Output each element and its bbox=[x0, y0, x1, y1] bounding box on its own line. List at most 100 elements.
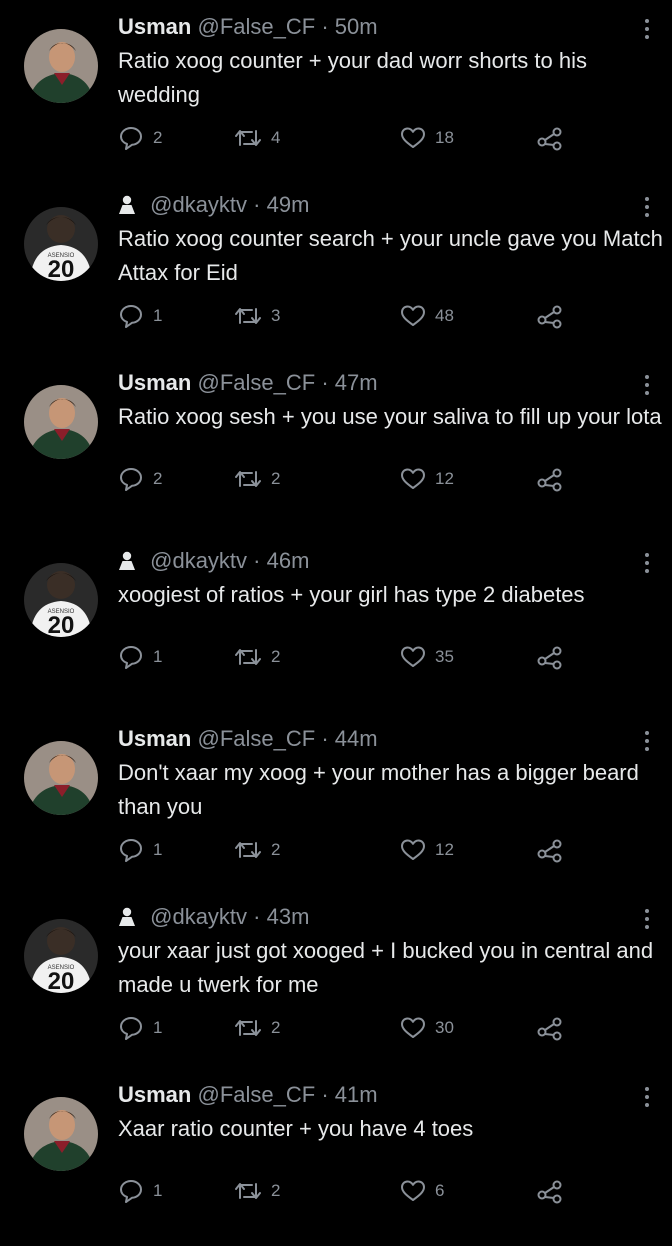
timestamp[interactable]: 41m bbox=[335, 1082, 378, 1107]
display-name[interactable]: Usman bbox=[118, 726, 191, 751]
user-handle[interactable]: @False_CF bbox=[197, 1082, 315, 1107]
user-handle[interactable]: @dkayktv bbox=[150, 192, 247, 217]
reply-count: 1 bbox=[153, 647, 163, 666]
user-handle[interactable]: @False_CF bbox=[197, 726, 315, 751]
retweet-button[interactable]: 2 bbox=[234, 464, 280, 494]
avatar[interactable]: 20 ASENSIO bbox=[24, 919, 98, 993]
display-name[interactable]: Usman bbox=[118, 14, 191, 39]
avatar[interactable]: 20 ASENSIO bbox=[24, 563, 98, 637]
retweet-count: 2 bbox=[271, 469, 281, 488]
display-name[interactable]: Usman bbox=[118, 1082, 191, 1107]
tweet-text: Ratio xoog counter + your dad worr short… bbox=[118, 48, 587, 107]
user-handle[interactable]: @dkayktv bbox=[150, 904, 247, 929]
reply-button[interactable]: 1 bbox=[118, 301, 162, 331]
share-icon bbox=[537, 127, 562, 151]
retweet-button[interactable]: 4 bbox=[234, 123, 280, 153]
avatar-image: 20ASENSIO bbox=[24, 207, 98, 281]
user-handle[interactable]: @False_CF bbox=[197, 14, 315, 39]
like-button[interactable]: 35 bbox=[400, 642, 454, 672]
share-icon bbox=[537, 468, 562, 492]
avatar-image bbox=[24, 1097, 98, 1171]
timestamp[interactable]: 46m bbox=[267, 548, 310, 573]
reply-count: 1 bbox=[153, 306, 163, 325]
like-button[interactable]: 12 bbox=[400, 464, 454, 494]
reply-button[interactable]: 1 bbox=[118, 642, 162, 672]
reply-icon bbox=[120, 1017, 142, 1040]
tweet-header: @dkayktv · 43m bbox=[118, 900, 309, 934]
share-button[interactable] bbox=[536, 301, 564, 331]
separator-dot: · bbox=[321, 726, 329, 751]
more-vertical-icon[interactable] bbox=[641, 196, 653, 218]
avatar[interactable] bbox=[24, 1097, 98, 1171]
user-handle[interactable]: @dkayktv bbox=[150, 548, 247, 573]
retweet-count: 3 bbox=[271, 306, 281, 325]
share-icon bbox=[537, 839, 562, 863]
person-icon bbox=[118, 903, 136, 937]
share-button[interactable] bbox=[536, 464, 564, 494]
tweet[interactable]: Usman @False_CF · 47m Ratio xoog sesh + … bbox=[0, 356, 672, 534]
action-bar: 1 2 35 bbox=[118, 642, 578, 672]
share-button[interactable] bbox=[536, 642, 564, 672]
like-count: 30 bbox=[435, 1018, 454, 1037]
more-vertical-icon[interactable] bbox=[641, 730, 653, 752]
like-button[interactable]: 12 bbox=[400, 835, 454, 865]
like-button[interactable]: 18 bbox=[400, 123, 454, 153]
more-vertical-icon[interactable] bbox=[641, 1086, 653, 1108]
timestamp[interactable]: 44m bbox=[335, 726, 378, 751]
more-vertical-icon[interactable] bbox=[641, 374, 653, 396]
tweet-text: Xaar ratio counter + you have 4 toes bbox=[118, 1116, 474, 1141]
tweet[interactable]: 20 ASENSIO @dkayktv · 46m xoogiest of rat… bbox=[0, 534, 672, 712]
tweet[interactable]: 20 ASENSIO @dkayktv · 49m Ratio xoog coun… bbox=[0, 178, 672, 356]
like-button[interactable]: 30 bbox=[400, 1013, 454, 1043]
tweet-text: Don't xaar my xoog + your mother has a b… bbox=[118, 760, 639, 819]
tweet[interactable]: 20 ASENSIO @dkayktv · 43m your xaar just … bbox=[0, 890, 672, 1068]
share-button[interactable] bbox=[536, 1013, 564, 1043]
retweet-button[interactable]: 2 bbox=[234, 1176, 280, 1206]
reply-button[interactable]: 2 bbox=[118, 123, 162, 153]
reply-button[interactable]: 2 bbox=[118, 464, 162, 494]
person-icon bbox=[118, 547, 136, 581]
more-vertical-icon[interactable] bbox=[641, 908, 653, 930]
tweet[interactable]: Usman @False_CF · 50m Ratio xoog counter… bbox=[0, 0, 672, 178]
avatar-image bbox=[24, 29, 98, 103]
timestamp[interactable]: 47m bbox=[335, 370, 378, 395]
retweet-icon bbox=[235, 308, 261, 324]
share-button[interactable] bbox=[536, 835, 564, 865]
avatar-image: 20ASENSIO bbox=[24, 563, 98, 637]
like-button[interactable]: 6 bbox=[400, 1176, 444, 1206]
avatar[interactable]: 20 ASENSIO bbox=[24, 207, 98, 281]
avatar[interactable] bbox=[24, 385, 98, 459]
share-button[interactable] bbox=[536, 1176, 564, 1206]
timestamp[interactable]: 49m bbox=[267, 192, 310, 217]
reply-button[interactable]: 1 bbox=[118, 1176, 162, 1206]
display-name[interactable]: Usman bbox=[118, 370, 191, 395]
avatar[interactable] bbox=[24, 29, 98, 103]
reply-count: 1 bbox=[153, 840, 163, 859]
avatar[interactable] bbox=[24, 741, 98, 815]
more-vertical-icon[interactable] bbox=[641, 552, 653, 574]
retweet-icon bbox=[235, 842, 261, 858]
more-vertical-icon[interactable] bbox=[641, 18, 653, 40]
avatar-image bbox=[24, 385, 98, 459]
reply-button[interactable]: 1 bbox=[118, 835, 162, 865]
share-button[interactable] bbox=[536, 123, 564, 153]
timestamp[interactable]: 50m bbox=[335, 14, 378, 39]
avatar-image bbox=[24, 741, 98, 815]
retweet-button[interactable]: 2 bbox=[234, 642, 280, 672]
retweet-button[interactable]: 2 bbox=[234, 1013, 280, 1043]
like-button[interactable]: 48 bbox=[400, 301, 454, 331]
reply-button[interactable]: 1 bbox=[118, 1013, 162, 1043]
user-handle[interactable]: @False_CF bbox=[197, 370, 315, 395]
tweet[interactable]: Usman @False_CF · 41m Xaar ratio counter… bbox=[0, 1068, 672, 1246]
retweet-button[interactable]: 2 bbox=[234, 835, 280, 865]
retweet-icon bbox=[235, 1183, 261, 1199]
retweet-count: 2 bbox=[271, 647, 281, 666]
tweet-text: Ratio xoog sesh + you use your saliva to… bbox=[118, 404, 662, 429]
tweet-header: Usman @False_CF · 50m bbox=[118, 10, 378, 44]
tweet-text: xoogiest of ratios + your girl has type … bbox=[118, 582, 585, 607]
heart-icon bbox=[401, 468, 425, 489]
like-count: 48 bbox=[435, 306, 454, 325]
timestamp[interactable]: 43m bbox=[267, 904, 310, 929]
retweet-button[interactable]: 3 bbox=[234, 301, 280, 331]
tweet[interactable]: Usman @False_CF · 44m Don't xaar my xoog… bbox=[0, 712, 672, 890]
